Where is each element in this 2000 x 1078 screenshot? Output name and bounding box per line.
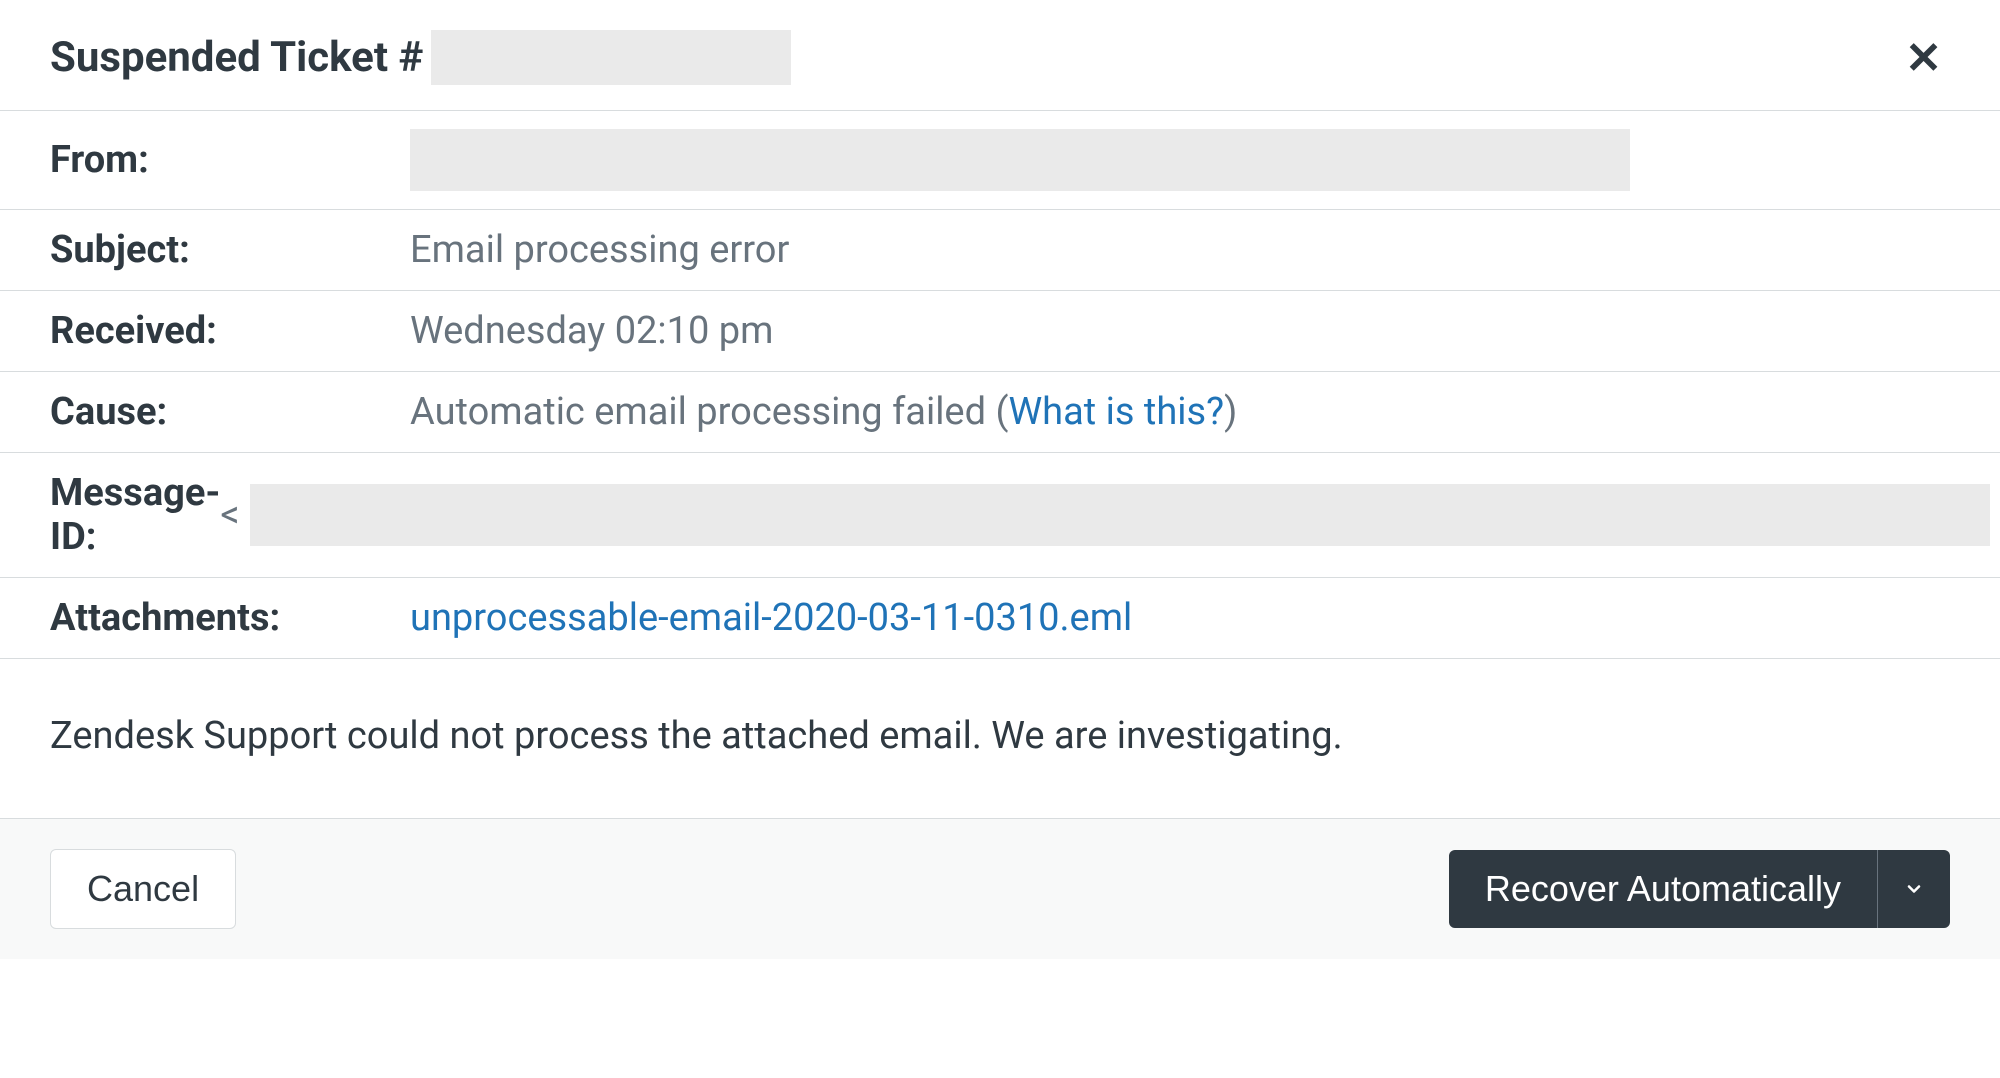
recover-button-group: Recover Automatically <box>1449 850 1950 928</box>
value-attachments: unprocessable-email-2020-03-11-0310.eml <box>410 596 1950 640</box>
suspended-ticket-dialog: Suspended Ticket # ✕ From: Subject: Emai… <box>0 0 2000 959</box>
row-from: From: <box>0 111 2000 210</box>
recover-automatically-button[interactable]: Recover Automatically <box>1449 850 1877 928</box>
cause-suffix: ) <box>1224 390 1237 434</box>
value-received: Wednesday 02:10 pm <box>410 309 1950 353</box>
label-message-id: Message-ID: <box>50 471 220 559</box>
label-from: From: <box>50 138 410 182</box>
cancel-button[interactable]: Cancel <box>50 849 236 929</box>
recover-dropdown-button[interactable] <box>1877 850 1950 928</box>
value-cause: Automatic email processing failed (What … <box>410 390 1950 434</box>
label-cause: Cause: <box>50 390 410 434</box>
row-subject: Subject: Email processing error <box>0 210 2000 291</box>
body-message: Zendesk Support could not process the at… <box>0 659 2000 818</box>
row-attachments: Attachments: unprocessable-email-2020-03… <box>0 578 2000 659</box>
dialog-footer: Cancel Recover Automatically <box>0 818 2000 959</box>
attachment-link[interactable]: unprocessable-email-2020-03-11-0310.eml <box>410 596 1132 640</box>
cause-prefix: Automatic email processing failed ( <box>410 390 1008 434</box>
value-from <box>410 129 1950 191</box>
title-prefix: Suspended Ticket # <box>50 33 423 82</box>
ticket-details: From: Subject: Email processing error Re… <box>0 111 2000 659</box>
dialog-header: Suspended Ticket # ✕ <box>0 0 2000 111</box>
ticket-number-redacted <box>431 30 791 85</box>
row-received: Received: Wednesday 02:10 pm <box>0 291 2000 372</box>
message-id-redacted <box>250 484 1990 546</box>
value-message-id: < <box>220 484 1989 546</box>
close-icon[interactable]: ✕ <box>1897 36 1950 80</box>
label-attachments: Attachments: <box>50 596 410 640</box>
cause-help-link[interactable]: What is this? <box>1008 390 1224 434</box>
row-message-id: Message-ID: < <box>0 453 2000 578</box>
value-subject: Email processing error <box>410 228 1950 272</box>
label-received: Received: <box>50 309 410 353</box>
row-cause: Cause: Automatic email processing failed… <box>0 372 2000 453</box>
message-id-prefix: < <box>220 493 239 537</box>
label-subject: Subject: <box>50 228 410 272</box>
chevron-down-icon <box>1904 879 1924 899</box>
from-redacted <box>410 129 1630 191</box>
dialog-title: Suspended Ticket # <box>50 30 791 85</box>
